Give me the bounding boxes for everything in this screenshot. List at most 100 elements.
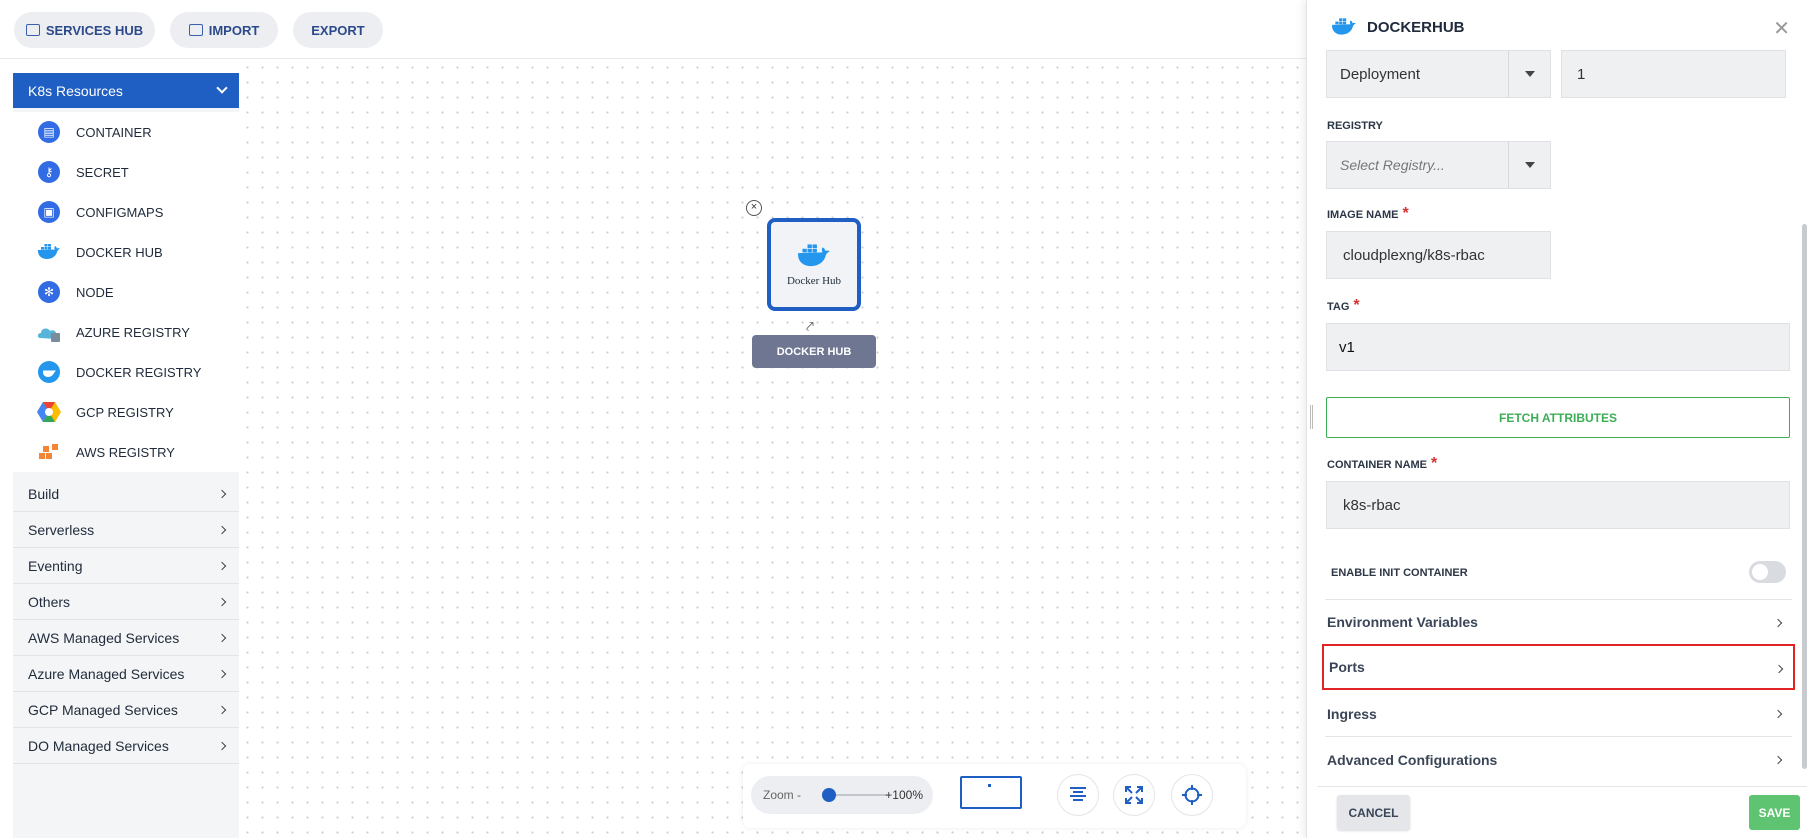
export-button[interactable]: EXPORT (293, 12, 383, 48)
category-serverless[interactable]: Serverless (13, 512, 239, 548)
top-toolbar: SERVICES HUB IMPORT EXPORT (0, 0, 1306, 59)
chevron-right-icon (1773, 709, 1783, 719)
minimap[interactable] (960, 776, 1022, 809)
panel-header: DOCKERHUB ✕ (1307, 0, 1809, 54)
save-button[interactable]: SAVE (1749, 795, 1800, 830)
minimap-node (988, 784, 991, 787)
design-canvas[interactable] (240, 60, 1306, 838)
resource-item-container[interactable]: ▤ CONTAINER (13, 112, 239, 152)
category-label: Others (28, 593, 71, 610)
docker-whale-icon (798, 243, 830, 266)
chevron-right-icon (217, 489, 227, 499)
resource-item-node[interactable]: ✻ NODE (13, 272, 239, 312)
resource-label: CONTAINER (76, 124, 152, 140)
section-ports[interactable]: Ports (1322, 644, 1795, 690)
category-label: Azure Managed Services (28, 665, 185, 682)
services-hub-icon (25, 24, 40, 36)
canvas-controls: Zoom - +100% (743, 764, 1246, 828)
category-azure-managed[interactable]: Azure Managed Services (13, 656, 239, 692)
link-handle-icon[interactable]: ⤤ (806, 318, 814, 335)
gcp-registry-icon (37, 400, 61, 424)
align-center-button[interactable] (1057, 774, 1099, 816)
resource-item-configmaps[interactable]: ▣ CONFIGMAPS (13, 192, 239, 232)
image-name-value: cloudplexng/k8s-rbac (1343, 246, 1485, 264)
kind-select[interactable]: Deployment (1326, 50, 1551, 98)
chevron-right-icon (1773, 618, 1783, 628)
caret-down-icon (1508, 142, 1550, 188)
resource-item-azure-registry[interactable]: AZURE REGISTRY (13, 312, 239, 352)
category-gcp-managed[interactable]: GCP Managed Services (13, 692, 239, 728)
image-name-input[interactable]: cloudplexng/k8s-rbac (1326, 231, 1551, 279)
section-label: Environment Variables (1327, 614, 1478, 630)
category-list: Build Serverless Eventing Others AWS Man… (13, 476, 239, 764)
export-label: EXPORT (311, 22, 365, 38)
toggle-knob (1752, 564, 1768, 580)
fetch-attributes-button[interactable]: FETCH ATTRIBUTES (1326, 397, 1790, 438)
container-icon: ▤ (37, 120, 61, 144)
cancel-button[interactable]: CANCEL (1337, 795, 1410, 830)
category-label: DO Managed Services (28, 737, 169, 754)
section-label: Ports (1329, 659, 1365, 675)
category-label: GCP Managed Services (28, 701, 178, 718)
category-eventing[interactable]: Eventing (13, 548, 239, 584)
panel-title: DOCKERHUB (1367, 18, 1465, 36)
sidebar: K8s Resources ▤ CONTAINER ⚷ SECRET ▣ CON… (13, 73, 239, 838)
import-button[interactable]: IMPORT (170, 12, 278, 48)
node-icon: ✻ (37, 280, 61, 304)
section-label: Ingress (1327, 705, 1377, 722)
image-name-label: IMAGE NAME * (1327, 205, 1409, 222)
chevron-right-icon (217, 741, 227, 751)
zoom-slider-thumb[interactable] (822, 788, 836, 802)
category-others[interactable]: Others (13, 584, 239, 620)
zoom-value: +100% (885, 788, 923, 802)
recenter-button[interactable] (1171, 774, 1213, 816)
category-aws-managed[interactable]: AWS Managed Services (13, 620, 239, 656)
section-environment-variables[interactable]: Environment Variables (1325, 599, 1792, 645)
resource-item-docker-hub[interactable]: DOCKER HUB (13, 232, 239, 272)
resource-label: SECRET (76, 164, 129, 180)
azure-registry-icon (37, 320, 61, 344)
resource-item-aws-registry[interactable]: AWS REGISTRY (13, 432, 239, 472)
resource-item-gcp-registry[interactable]: GCP REGISTRY (13, 392, 239, 432)
kind-select-value: Deployment (1340, 65, 1421, 83)
services-hub-button[interactable]: SERVICES HUB (14, 12, 155, 48)
category-label: Eventing (28, 557, 83, 574)
k8s-resources-header[interactable]: K8s Resources (13, 73, 239, 108)
panel-resize-handle[interactable] (1310, 405, 1313, 429)
docker-hub-node[interactable]: Docker Hub (767, 218, 861, 311)
chevron-down-icon (216, 82, 228, 94)
align-center-icon (1070, 787, 1086, 801)
resource-label: DOCKER HUB (76, 244, 163, 260)
category-do-managed[interactable]: DO Managed Services (13, 728, 239, 764)
replicas-value: 1 (1577, 65, 1586, 83)
init-container-toggle[interactable] (1749, 561, 1786, 583)
chevron-right-icon (1774, 664, 1784, 674)
node-label: Docker Hub (786, 274, 842, 287)
tag-input[interactable]: v1 (1326, 323, 1790, 371)
panel-scrollbar[interactable] (1802, 224, 1807, 769)
chevron-right-icon (217, 669, 227, 679)
resource-item-secret[interactable]: ⚷ SECRET (13, 152, 239, 192)
node-type-tag: DOCKER HUB (752, 335, 876, 368)
section-advanced-configurations[interactable]: Advanced Configurations (1325, 737, 1792, 783)
tag-value: v1 (1339, 338, 1355, 356)
resource-item-docker-registry[interactable]: DOCKER REGISTRY (13, 352, 239, 392)
registry-select[interactable]: Select Registry... (1326, 141, 1551, 189)
close-icon[interactable]: ✕ (1773, 16, 1790, 41)
container-name-input[interactable]: k8s-rbac (1326, 481, 1790, 529)
k8s-resource-list: ▤ CONTAINER ⚷ SECRET ▣ CONFIGMAPS DOCKER… (13, 112, 239, 472)
section-ingress[interactable]: Ingress (1325, 691, 1792, 737)
caret-down-icon (1508, 51, 1550, 97)
tag-label: TAG * (1327, 297, 1360, 314)
category-build[interactable]: Build (13, 476, 239, 512)
resource-label: CONFIGMAPS (76, 204, 164, 220)
zoom-control: Zoom - +100% (751, 776, 933, 814)
docker-whale-icon (37, 240, 61, 264)
chevron-right-icon (217, 525, 227, 535)
resource-label: AZURE REGISTRY (76, 324, 190, 340)
chevron-right-icon (1773, 755, 1783, 765)
node-delete-icon[interactable]: × (746, 200, 762, 216)
docker-registry-icon (37, 360, 61, 384)
replicas-input[interactable]: 1 (1561, 50, 1786, 98)
fit-screen-button[interactable] (1113, 774, 1155, 816)
